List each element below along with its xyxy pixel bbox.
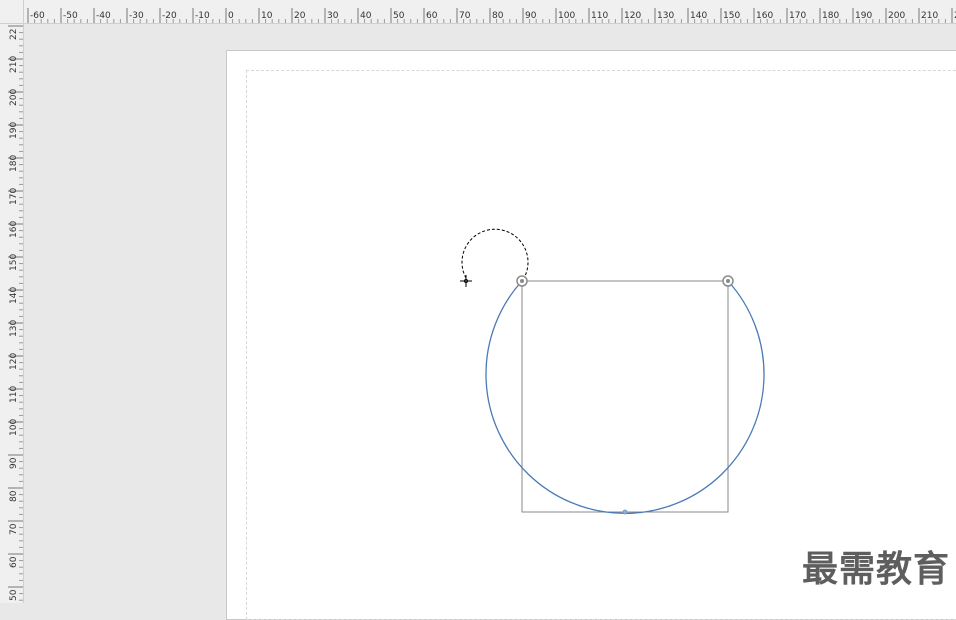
drawing-layer (460, 228, 765, 515)
arc-start-handle[interactable] (516, 275, 528, 287)
rotate-arrow-icon (461, 228, 529, 279)
arc-shape[interactable] (485, 280, 765, 514)
crosshair-icon (460, 275, 472, 287)
arc-midpoint-handle[interactable] (622, 509, 628, 515)
selection-bounding-box[interactable] (521, 280, 729, 513)
arc-end-handle[interactable] (722, 275, 734, 287)
watermark-logo-text: 最需教育 (802, 549, 951, 590)
